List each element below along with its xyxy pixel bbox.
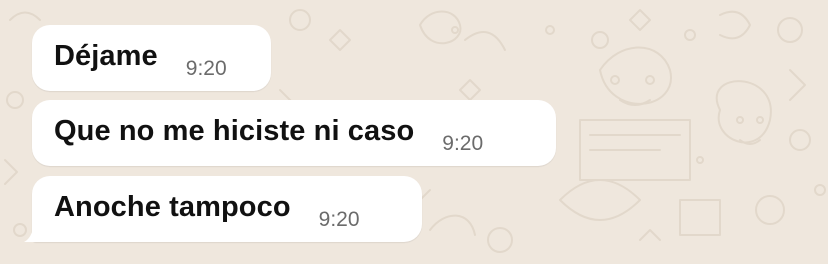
message-bubble[interactable]: Anoche tampoco 9:20 [32,176,422,242]
message-bubble[interactable]: Que no me hiciste ni caso 9:20 [32,100,556,166]
message-timestamp: 9:20 [442,132,484,155]
message-list: Déjame 9:20 Que no me hiciste ni caso 9:… [0,0,828,264]
message-text: Que no me hiciste ni caso [54,115,415,147]
message-text: Déjame [54,40,158,72]
message-bubble[interactable]: Déjame 9:20 [32,25,271,91]
bubble-tail-icon [24,224,44,242]
message-text: Anoche tampoco [54,191,291,223]
message-timestamp: 9:20 [318,208,360,231]
message-timestamp: 9:20 [185,57,227,80]
